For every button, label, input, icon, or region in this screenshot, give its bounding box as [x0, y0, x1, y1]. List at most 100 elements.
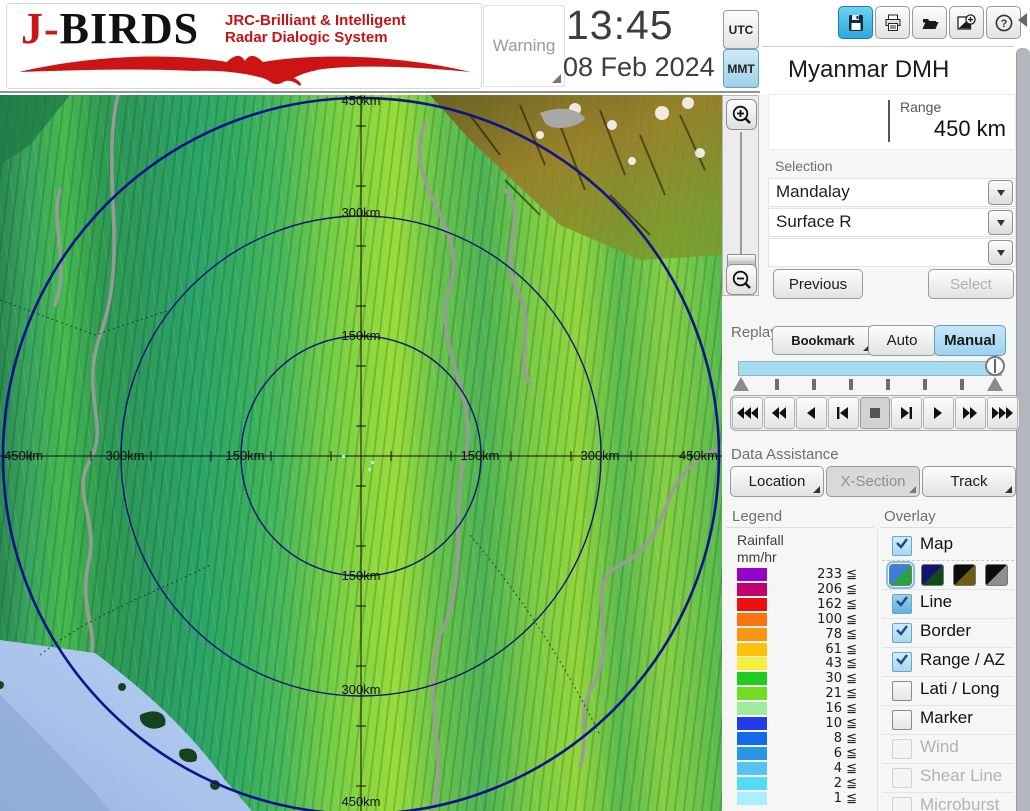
legend-title-unit: mm/hr: [737, 549, 777, 565]
map-style-navy-darkgreen[interactable]: [921, 564, 944, 586]
svg-text:150km: 150km: [460, 448, 499, 463]
overlay-row-lati-long[interactable]: Lati / Long: [882, 676, 1014, 706]
slider-tick: [960, 379, 964, 390]
open-file-button[interactable]: [912, 6, 947, 39]
legend-value: 10 ≦: [825, 716, 857, 731]
checkbox-checked[interactable]: [892, 623, 912, 643]
legend-header-underline: [726, 527, 874, 528]
fast-forward-2-icon: [963, 407, 978, 419]
legend-color-swatch: [737, 568, 767, 581]
legend-row: 21 ≦: [737, 686, 857, 701]
skip-to-start-button[interactable]: [827, 397, 859, 429]
overlay-label: Microburst: [920, 795, 1000, 811]
dark-corner: [0, 95, 70, 165]
mmt-label: MMT: [727, 61, 755, 76]
overlay-row-wind[interactable]: Wind: [882, 734, 1014, 764]
checkbox-unchecked: [892, 797, 912, 811]
station-dropdown-value: Mandalay: [776, 182, 850, 201]
overlay-row-range-az[interactable]: Range / AZ: [882, 647, 1014, 677]
location-menu-corner-icon: [813, 486, 820, 493]
legend-value: 206 ≦: [817, 581, 857, 597]
overlay-header: Overlay: [884, 508, 936, 525]
option-dropdown-button[interactable]: [988, 240, 1013, 265]
checkbox-unchecked[interactable]: [892, 710, 912, 730]
right-scrollbar[interactable]: [1016, 48, 1030, 811]
fast-rewind-3-icon: [736, 407, 758, 419]
checkbox-checked[interactable]: [892, 652, 912, 672]
station-dropdown-button[interactable]: [988, 180, 1013, 205]
location-button[interactable]: Location: [730, 466, 824, 497]
station-title: Myanmar DMH: [788, 56, 950, 83]
zoom-in-button[interactable]: [726, 99, 757, 130]
warning-button[interactable]: Warning: [483, 5, 565, 87]
bookmark-button[interactable]: Bookmark: [772, 326, 874, 355]
product-dropdown-button[interactable]: [988, 210, 1013, 235]
legend-row: 43 ≦: [737, 656, 857, 671]
legend-row: 61 ≦: [737, 642, 857, 657]
map-style-blue-green[interactable]: [886, 561, 915, 589]
slider-tick: [812, 379, 816, 390]
play-button[interactable]: [923, 397, 955, 429]
track-button[interactable]: Track: [922, 466, 1016, 497]
stop-button[interactable]: [859, 397, 891, 429]
skip-to-start-icon: [836, 407, 848, 419]
previous-button[interactable]: Previous: [773, 269, 863, 299]
legend-overlay-separator: [877, 530, 878, 811]
overlay-row-shear-line[interactable]: Shear Line: [882, 763, 1014, 793]
checkbox-checked[interactable]: [892, 594, 912, 614]
checkbox-unchecked[interactable]: [892, 681, 912, 701]
help-button[interactable]: ?: [986, 6, 1021, 39]
product-dropdown[interactable]: Surface R: [768, 208, 1016, 237]
fast-rewind-3-button[interactable]: [732, 397, 763, 429]
x-section-button[interactable]: X-Section: [826, 466, 920, 497]
legend-row: 2 ≦: [737, 776, 857, 791]
legend-value: 4 ≦: [833, 760, 857, 776]
step-back-icon: [806, 407, 815, 419]
slider-tick: [775, 379, 779, 390]
warning-label: Warning: [492, 36, 556, 55]
panel-collapse-arrow-icon[interactable]: [1018, 13, 1027, 27]
overlay-row-microburst[interactable]: Microburst: [882, 792, 1014, 811]
step-back-button[interactable]: [795, 397, 827, 429]
select-button[interactable]: Select: [928, 269, 1014, 299]
manual-button[interactable]: Manual: [934, 325, 1006, 356]
fast-forward-3-button[interactable]: [987, 397, 1019, 429]
legend-row: 10 ≦: [737, 716, 857, 731]
radar-map[interactable]: 450km 300km 150km 150km 300km 450km 450km 300km…: [0, 95, 722, 811]
replay-slider-track[interactable]: [738, 361, 1002, 376]
print-button[interactable]: [875, 6, 910, 39]
eagle-logo-icon: [19, 55, 471, 86]
legend-color-swatch: [737, 642, 767, 656]
save-button[interactable]: [838, 6, 873, 39]
skip-to-end-button[interactable]: [891, 397, 923, 429]
legend-color-swatch: [737, 776, 767, 790]
station-dropdown[interactable]: Mandalay: [768, 178, 1016, 207]
overlay-row-map[interactable]: Map: [882, 531, 1014, 561]
legend-row: 30 ≦: [737, 671, 857, 686]
track-menu-corner-icon: [1005, 486, 1012, 493]
zoom-out-button[interactable]: [726, 264, 757, 295]
auto-button[interactable]: Auto: [868, 325, 936, 356]
fast-forward-2-button[interactable]: [955, 397, 987, 429]
option-dropdown[interactable]: [768, 238, 1016, 267]
replay-slider-thumb[interactable]: [985, 356, 1005, 376]
mmt-button[interactable]: MMT: [723, 49, 759, 88]
legend-value: 43 ≦: [825, 656, 857, 672]
utc-label: UTC: [728, 22, 754, 37]
legend-color-swatch: [737, 657, 767, 671]
overlay-row-marker[interactable]: Marker: [882, 705, 1014, 735]
map-style-black-gray[interactable]: [985, 564, 1008, 586]
legend-color-swatch: [737, 687, 767, 701]
map-zoom-panel: [722, 95, 759, 296]
overlay-row-line[interactable]: Line: [882, 589, 1014, 619]
map-style-black-olive[interactable]: [953, 564, 976, 586]
previous-label: Previous: [788, 275, 848, 293]
svg-text:450km: 450km: [341, 794, 380, 809]
add-image-button[interactable]: [949, 6, 984, 39]
overlay-row-border[interactable]: Border: [882, 618, 1014, 648]
range-value: 450 km: [933, 116, 1006, 141]
checkbox-checked[interactable]: [892, 536, 912, 556]
utc-button[interactable]: UTC: [723, 10, 759, 49]
zoom-out-icon: [732, 270, 751, 289]
fast-rewind-2-button[interactable]: [763, 397, 795, 429]
